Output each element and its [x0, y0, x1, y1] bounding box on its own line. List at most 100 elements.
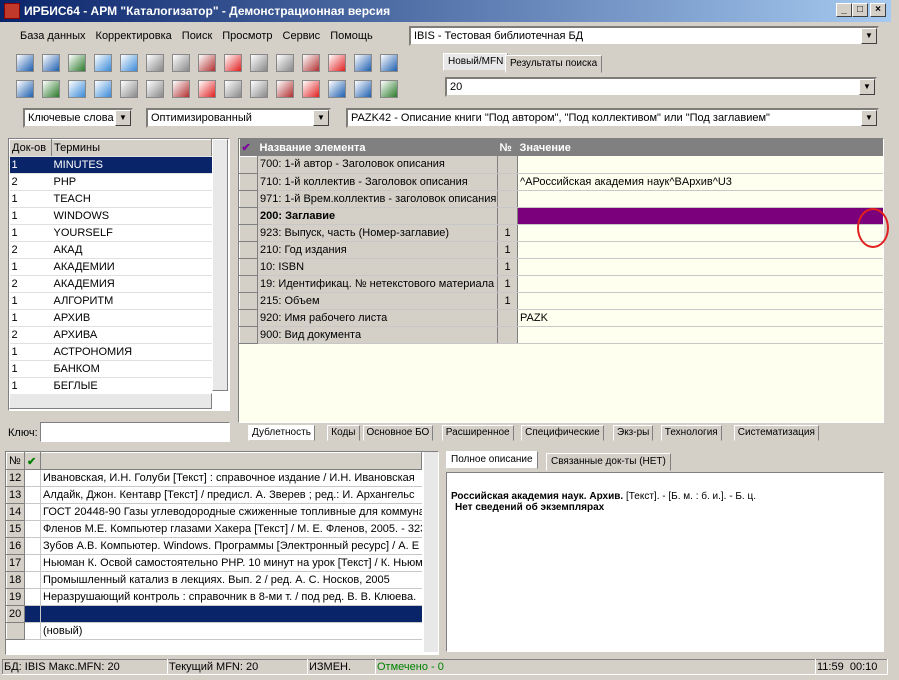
record-check[interactable]: [24, 486, 41, 504]
record-check[interactable]: [24, 520, 41, 538]
record-check[interactable]: [24, 503, 41, 521]
element-value[interactable]: [517, 326, 883, 344]
element-value[interactable]: [517, 258, 883, 276]
toolbar-icon-0-11[interactable]: [302, 54, 320, 72]
record-row[interactable]: 12 Ивановская, И.Н. Голуби [Текст] : спра…: [6, 469, 422, 487]
record-check[interactable]: [24, 469, 41, 487]
menu-item-2[interactable]: Поиск: [182, 30, 212, 42]
toolbar-icon-0-8[interactable]: [224, 54, 242, 72]
term-row[interactable]: 2 АКАД: [9, 241, 212, 259]
terms-header-count[interactable]: Док-ов: [9, 139, 52, 157]
element-row[interactable]: 700: 1-й автор - Заголовок описания: [239, 155, 883, 174]
record-row[interactable]: (новый): [6, 622, 422, 640]
tab-search-results[interactable]: Результаты поиска: [505, 55, 603, 73]
minimize-button[interactable]: _: [836, 3, 852, 17]
toolbar-icon-1-14[interactable]: [380, 80, 398, 98]
toolbar-icon-1-4[interactable]: [120, 80, 138, 98]
maximize-button[interactable]: □: [852, 3, 868, 17]
record-check[interactable]: [24, 571, 41, 589]
key-input[interactable]: [40, 422, 230, 442]
element-row[interactable]: 900: Вид документа: [239, 325, 883, 344]
record-row[interactable]: 16 Зубов А.В. Компьютер. Windows. Програм…: [6, 537, 422, 555]
toolbar-icon-0-5[interactable]: [146, 54, 164, 72]
menu-item-1[interactable]: Корректировка: [96, 30, 172, 42]
element-row[interactable]: 710: 1-й коллектив - Заголовок описания ^…: [239, 172, 883, 191]
element-row[interactable]: 215: Объем 1: [239, 291, 883, 310]
term-row[interactable]: 2 АРХИВА: [9, 326, 212, 344]
term-row[interactable]: 1 MINUTES: [9, 156, 212, 174]
optimization-select[interactable]: Оптимизированный ▼: [146, 108, 331, 128]
term-row[interactable]: 1 БЕГЛЫЕ: [9, 377, 212, 395]
toolbar-icon-1-5[interactable]: [146, 80, 164, 98]
database-select[interactable]: IBIS - Тестовая библиотечная БД ▼: [409, 26, 879, 46]
menu-item-0[interactable]: База данных: [20, 30, 86, 42]
element-value[interactable]: [517, 241, 883, 259]
toolbar-icon-0-14[interactable]: [380, 54, 398, 72]
worksheet-tab-0[interactable]: Дублетность: [248, 425, 315, 441]
toolbar-icon-0-3[interactable]: [94, 54, 112, 72]
toolbar-icon-1-9[interactable]: [250, 80, 268, 98]
toolbar-icon-1-10[interactable]: [276, 80, 294, 98]
toolbar-icon-1-6[interactable]: [172, 80, 190, 98]
toolbar-icon-1-8[interactable]: [224, 80, 242, 98]
terms-header-term[interactable]: Термины: [51, 139, 212, 157]
element-value[interactable]: [517, 190, 883, 208]
record-check[interactable]: [24, 554, 41, 572]
toolbar-icon-0-9[interactable]: [250, 54, 268, 72]
toolbar-icon-0-4[interactable]: [120, 54, 138, 72]
record-check[interactable]: [24, 588, 41, 606]
element-row[interactable]: 920: Имя рабочего листа PAZK: [239, 308, 883, 327]
close-button[interactable]: ×: [870, 3, 886, 17]
tab-related-docs[interactable]: Связанные док-ты (НЕТ): [546, 453, 671, 471]
record-check[interactable]: [24, 605, 41, 623]
element-value[interactable]: [517, 292, 883, 310]
worksheet-tab-2[interactable]: Основное БО: [362, 425, 434, 441]
menu-item-4[interactable]: Сервис: [283, 30, 321, 42]
toolbar-icon-0-7[interactable]: [198, 54, 216, 72]
term-row[interactable]: 1 TEACH: [9, 190, 212, 208]
toolbar-icon-1-2[interactable]: [68, 80, 86, 98]
toolbar-icon-0-0[interactable]: [16, 54, 34, 72]
term-row[interactable]: 1 АСТРОНОМИЯ: [9, 343, 212, 361]
element-row[interactable]: 210: Год издания 1: [239, 240, 883, 259]
search-mode-select[interactable]: Ключевые слова ▼: [23, 108, 133, 128]
term-row[interactable]: 2 АКАДЕМИЯ: [9, 275, 212, 293]
element-row[interactable]: 200: Заглавие: [239, 206, 883, 225]
toolbar-icon-0-6[interactable]: [172, 54, 190, 72]
element-row[interactable]: 923: Выпуск, часть (Номер-заглавие) 1: [239, 223, 883, 242]
menu-item-5[interactable]: Помощь: [330, 30, 373, 42]
record-row[interactable]: 19 Неразрушающий контроль : справочник в …: [6, 588, 422, 606]
term-row[interactable]: 1 АРХИВ: [9, 309, 212, 327]
term-row[interactable]: 1 АЛГОРИТМ: [9, 292, 212, 310]
element-value[interactable]: PAZK: [517, 309, 883, 327]
toolbar-icon-0-12[interactable]: [328, 54, 346, 72]
record-row[interactable]: 20: [6, 605, 422, 623]
records-vscrollbar[interactable]: [424, 452, 438, 652]
toolbar-icon-0-1[interactable]: [42, 54, 60, 72]
term-row[interactable]: 1 WINDOWS: [9, 207, 212, 225]
menu-item-3[interactable]: Просмотр: [222, 30, 272, 42]
term-row[interactable]: 1 YOURSELF: [9, 224, 212, 242]
record-row[interactable]: 18 Промышленный катализ в лекциях. Вып. 2…: [6, 571, 422, 589]
record-row[interactable]: 14 ГОСТ 20448-90 Газы углеводородные сжиж…: [6, 503, 422, 521]
toolbar-icon-1-11[interactable]: [302, 80, 320, 98]
toolbar-icon-1-0[interactable]: [16, 80, 34, 98]
terms-hscrollbar[interactable]: [9, 393, 212, 409]
term-row[interactable]: 2 PHP: [9, 173, 212, 191]
record-check[interactable]: [24, 622, 41, 640]
element-value[interactable]: [517, 207, 883, 225]
worksheet-tab-4[interactable]: Специфические: [521, 425, 604, 441]
toolbar-icon-1-1[interactable]: [42, 80, 60, 98]
element-value[interactable]: [517, 275, 883, 293]
terms-vscrollbar[interactable]: [212, 139, 228, 391]
toolbar-icon-1-7[interactable]: [198, 80, 216, 98]
element-value[interactable]: ^AРоссийская академия наук^BАрхив^U3: [517, 173, 883, 191]
toolbar-icon-0-10[interactable]: [276, 54, 294, 72]
tab-new-mfn[interactable]: Новый/MFN: [443, 53, 509, 71]
term-row[interactable]: 1 АКАДЕМИИ: [9, 258, 212, 276]
record-row[interactable]: 17 Ньюман К. Освой самостоятельно PHP. 10…: [6, 554, 422, 572]
toolbar-icon-1-13[interactable]: [354, 80, 372, 98]
toolbar-icon-1-3[interactable]: [94, 80, 112, 98]
worksheet-tab-5[interactable]: Экз-ры: [613, 425, 654, 441]
worksheet-tab-3[interactable]: Расширенное: [441, 425, 514, 441]
